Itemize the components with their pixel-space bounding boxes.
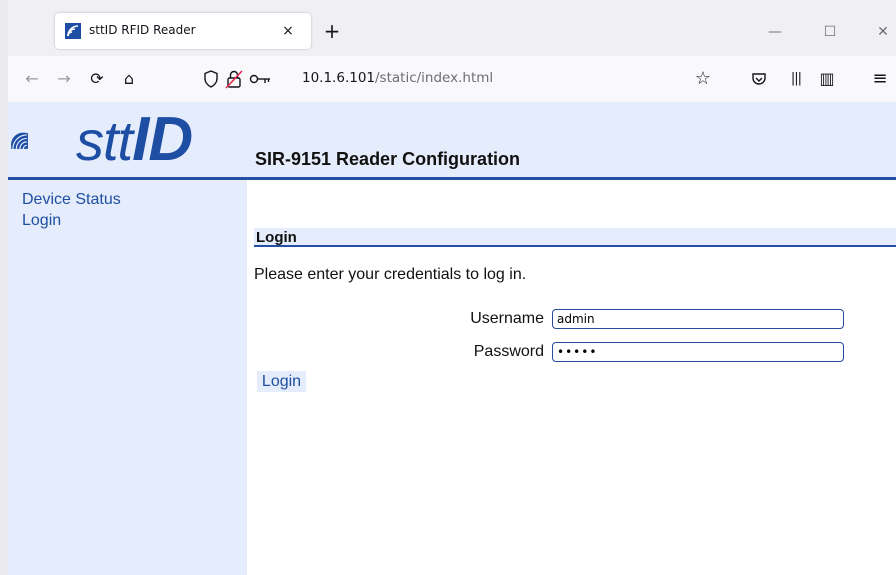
back-icon[interactable]: ←	[21, 68, 43, 90]
permissions-key-icon[interactable]	[249, 73, 271, 85]
rfid-waves-logo-icon	[11, 132, 28, 149]
password-label: Password	[473, 343, 544, 360]
sttid-logo: sttID	[76, 104, 193, 175]
pocket-icon[interactable]	[751, 71, 767, 87]
close-window-button[interactable]: ✕	[868, 22, 896, 42]
sidebar	[8, 180, 247, 575]
reload-icon[interactable]: ⟳	[86, 68, 108, 90]
sttid-favicon-icon	[65, 23, 81, 39]
section-header	[254, 228, 896, 246]
logo-prefix: stt	[76, 109, 133, 172]
home-icon[interactable]: ⌂	[118, 68, 140, 90]
insecure-lock-icon[interactable]	[225, 69, 243, 89]
minimize-button[interactable]: —	[760, 22, 790, 42]
bookmark-star-icon[interactable]: ☆	[692, 68, 714, 90]
forward-icon[interactable]: →	[53, 68, 75, 90]
new-tab-button[interactable]: +	[320, 20, 344, 44]
app-menu-icon[interactable]: ≡	[869, 68, 891, 90]
login-instructions: Please enter your credentials to log in.	[254, 266, 527, 283]
tab-title: sttID RFID Reader	[89, 23, 196, 37]
url-bar[interactable]: 10.1.6.101/static/index.html	[302, 70, 493, 86]
logo-suffix: ID	[132, 105, 193, 174]
password-field[interactable]	[552, 342, 844, 362]
url-path: /static/index.html	[375, 70, 494, 86]
username-field[interactable]	[552, 309, 844, 329]
sidebar-item-login[interactable]: Login	[22, 212, 61, 230]
url-host: 10.1.6.101	[302, 70, 375, 86]
login-button[interactable]: Login	[257, 371, 306, 392]
maximize-button[interactable]: ☐	[815, 22, 845, 42]
sidebar-item-device-status[interactable]: Device Status	[22, 191, 121, 209]
tab-close-icon[interactable]: ×	[279, 22, 297, 40]
browser-tab[interactable]: sttID RFID Reader ×	[55, 13, 311, 49]
username-label: Username	[470, 310, 544, 327]
library-icon[interactable]: |||	[785, 68, 807, 90]
tracking-shield-icon[interactable]	[203, 70, 219, 88]
section-divider	[254, 245, 896, 247]
sidebar-toggle-icon[interactable]: ▥	[816, 68, 838, 90]
window-left-border	[0, 0, 8, 575]
page-title: SIR-9151 Reader Configuration	[255, 149, 521, 169]
section-title: Login	[256, 229, 297, 246]
